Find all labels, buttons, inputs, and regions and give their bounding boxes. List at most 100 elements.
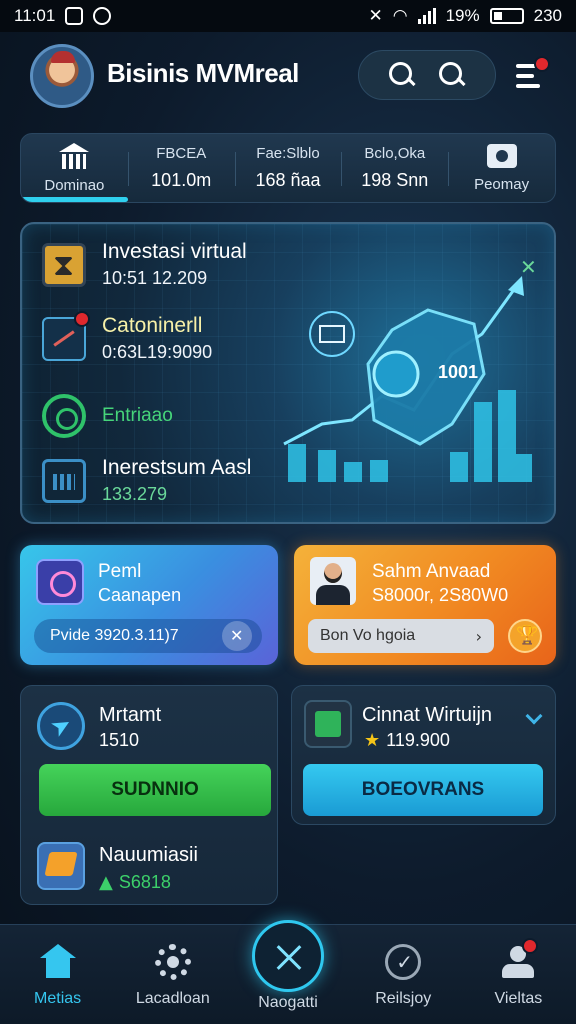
nav-item-reilsjoy[interactable]: Reilsjoy	[346, 925, 461, 1024]
profile-badge	[522, 938, 539, 954]
hero-item-value: 10:51 12.209	[102, 268, 208, 289]
hero-item-title: Investasi virtual	[102, 240, 247, 263]
camera-icon	[486, 143, 517, 168]
status-right-time: 230	[533, 6, 562, 25]
boeovrans-button[interactable]: BOEOVRANS	[303, 764, 543, 816]
mute-icon: ✕	[368, 6, 383, 26]
hero-item-value: 133.279	[102, 484, 168, 505]
paper-plane-icon	[37, 702, 85, 750]
search-pill[interactable]	[358, 50, 496, 100]
nav-item-lacadloan[interactable]: Lacadloan	[115, 925, 230, 1024]
nav-label: Lacadloan	[135, 990, 210, 1007]
star-icon: ★	[364, 730, 381, 751]
avatar[interactable]	[30, 44, 94, 108]
hero-item-catoninerll[interactable]: Catoninerll 0:63L19:9090	[42, 310, 213, 363]
sudnnio-button[interactable]: SUDNNIO	[39, 764, 271, 816]
rocket-icon	[36, 559, 84, 605]
app-header: Bisinis MVMreal	[0, 40, 576, 110]
monitor-screen	[319, 325, 345, 343]
card-title: Mrtamt	[99, 704, 162, 726]
trophy-icon[interactable]	[508, 619, 542, 653]
chart-box-icon	[304, 700, 352, 748]
hero-badge-value: 1001	[438, 362, 479, 382]
card-value: 1510	[99, 730, 140, 750]
app-title: Bisinis MVMreal	[107, 58, 299, 88]
target-icon	[42, 394, 86, 438]
card-value: ★ 119.900	[364, 730, 450, 751]
card-title: Nauumiasii	[99, 844, 198, 866]
chart-badge	[74, 310, 90, 327]
status-right: ✕ ◠ 19% 230	[369, 6, 563, 26]
nav-label: Metias	[34, 990, 82, 1007]
menu-badge	[534, 56, 550, 72]
promo-pill[interactable]: Pvide 3920.3.11)7	[34, 619, 262, 653]
nav-item-metias[interactable]: Metias	[0, 925, 115, 1024]
card-mrtamt: Mrtamt 1510 SUDNNIO Nauumiasii ▲S6818	[20, 685, 278, 905]
card-value: ▲ S6818	[99, 872, 171, 893]
promo-card-peml[interactable]: Peml Caanapen Pvide 3920.3.11)7	[20, 545, 278, 665]
center-action-button[interactable]	[252, 920, 324, 992]
chevron-right-icon: ›	[475, 626, 482, 646]
wifi-icon: ◠	[392, 6, 408, 26]
tab-value: 101.0m	[151, 170, 212, 190]
investment-hero-panel[interactable]: ✕ 1001 Investasi virtual 10:51 12.209 Ca…	[20, 222, 556, 524]
app-notification-icon	[93, 7, 112, 25]
tab-label: Peomay	[474, 175, 530, 193]
promo-subtitle: S8000r, 2S80W0	[372, 585, 509, 605]
tab-peomay[interactable]: Peomay	[448, 134, 555, 202]
chart-icon	[42, 310, 90, 361]
notification-icon	[65, 7, 84, 25]
hero-item-inerestsum[interactable]: Inerestsum Aasl 133.279	[42, 456, 251, 505]
promo-pill-text: Pvide 3920.3.11)7	[50, 627, 179, 644]
category-tabs: Dominao FBCEA 101.0m Fae:Slblo 168 ñaa B…	[20, 133, 556, 203]
promo-pill[interactable]: Bon Vo hgoia ›	[308, 619, 494, 653]
tab-label: Dominao	[44, 176, 105, 194]
tab-label: Bclo,Oka	[364, 145, 426, 162]
tab-value: 198 Snn	[361, 170, 429, 190]
tab-faeslblo[interactable]: Fae:Slblo 168 ñaa	[234, 134, 342, 202]
chevron-down-icon[interactable]	[525, 707, 543, 725]
promo-subtitle: Caanapen	[98, 585, 182, 605]
battery-percent: 19%	[445, 6, 480, 25]
hero-item-investasi[interactable]: Investasi virtual 10:51 12.209	[42, 240, 247, 289]
hourglass-icon	[42, 242, 86, 287]
home-icon	[39, 944, 76, 980]
trend-up-icon: ▲	[99, 872, 113, 893]
tab-fbcea[interactable]: FBCEA 101.0m	[127, 134, 235, 202]
status-time: 11:01	[14, 6, 56, 25]
hero-item-entriaao[interactable]: Entriaao	[42, 394, 173, 438]
close-icon[interactable]	[222, 621, 252, 651]
menu-button[interactable]	[512, 56, 550, 96]
bar-chart-icon	[42, 458, 86, 503]
search-icon[interactable]	[389, 62, 415, 88]
hero-item-title: Inerestsum Aasl	[102, 456, 252, 479]
bank-icon	[59, 142, 90, 169]
promo-title: Sahm Anvaad	[372, 561, 491, 582]
coin-icon	[372, 350, 420, 398]
tab-dominao[interactable]: Dominao	[21, 134, 128, 202]
signal-icon	[417, 8, 436, 24]
hero-item-value: 0:63L19:9090	[102, 342, 213, 363]
portfolio-icon	[37, 842, 85, 890]
promo-title: Peml	[98, 561, 142, 582]
nav-label-naogatti: Naogatti	[258, 994, 318, 1011]
person-avatar	[310, 557, 356, 605]
hero-monitor-icon	[309, 311, 355, 357]
search-icon-secondary[interactable]	[439, 62, 465, 88]
nav-item-vieltas[interactable]: Vieltas	[461, 925, 576, 1024]
tab-bcloka[interactable]: Bclo,Oka 198 Snn	[341, 134, 448, 202]
hero-item-title: Catoninerll	[102, 314, 203, 337]
sparkle-icon: ✕	[520, 255, 537, 279]
card-title: Cinnat Wirtuijn	[362, 704, 493, 726]
battery-icon	[489, 8, 524, 24]
nav-label: Reilsjoy	[375, 990, 432, 1007]
nav-label: Vieltas	[494, 990, 543, 1007]
hero-item-title: Entriaao	[102, 405, 173, 427]
tab-value: 168 ñaa	[255, 170, 321, 190]
card-cinnat: Cinnat Wirtuijn ★ 119.900 BOEOVRANS	[291, 685, 556, 825]
profile-icon	[500, 938, 539, 980]
promo-card-sahm[interactable]: Sahm Anvaad S8000r, 2S80W0 Bon Vo hgoia …	[294, 545, 556, 665]
status-bar: 11:01 ✕ ◠ 19% 230	[0, 0, 576, 32]
leaf-icon	[385, 944, 422, 980]
gear-icon	[154, 944, 191, 980]
